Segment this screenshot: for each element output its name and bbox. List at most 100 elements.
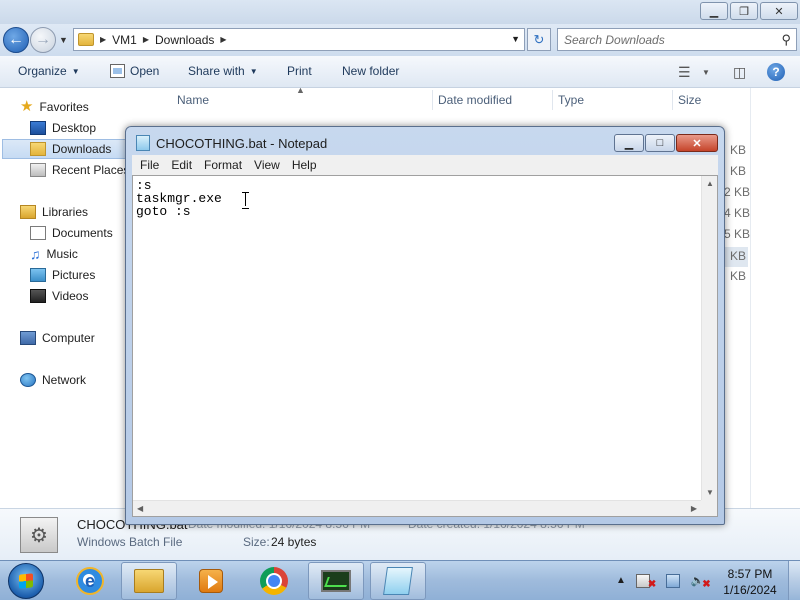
column-separator[interactable] — [552, 90, 553, 110]
size-cell: 5 KB — [724, 227, 751, 241]
network-status-icon[interactable] — [666, 573, 681, 588]
horizontal-scrollbar[interactable]: ◀ ▶ — [133, 500, 701, 516]
size-cell-selected[interactable]: KB — [722, 247, 748, 267]
share-with-button[interactable]: Share with ▼ — [188, 64, 258, 78]
preview-pane-icon[interactable]: ◫ — [733, 64, 746, 81]
refresh-icon: ↻ — [533, 31, 545, 47]
taskbar-notepad[interactable] — [370, 562, 426, 600]
menu-view[interactable]: View — [248, 158, 286, 172]
scroll-up-icon[interactable]: ▲ — [706, 179, 714, 188]
column-header-date-modified[interactable]: Date modified — [438, 90, 512, 110]
breadcrumb-downloads[interactable]: Downloads — [155, 33, 214, 47]
print-button[interactable]: Print — [287, 64, 312, 78]
search-icon[interactable]: ⚲ — [781, 32, 791, 48]
column-header-size[interactable]: Size — [678, 90, 701, 110]
back-arrow-icon: ← — [8, 31, 24, 48]
search-input[interactable] — [564, 32, 764, 47]
libraries-icon — [20, 205, 36, 219]
column-header-name[interactable]: Name — [177, 90, 209, 110]
taskbar-internet-explorer[interactable]: e — [62, 562, 118, 600]
view-dropdown-icon[interactable]: ▼ — [702, 68, 710, 77]
column-header-type[interactable]: Type — [558, 90, 584, 110]
size-cell: KB — [730, 269, 747, 283]
refresh-button[interactable]: ↻ — [527, 28, 551, 51]
breadcrumb-chevron-icon[interactable]: ▶ — [100, 35, 106, 44]
nav-network[interactable]: Network — [20, 370, 86, 390]
breadcrumb-chevron-icon[interactable]: ▶ — [220, 35, 226, 44]
address-bar[interactable]: ▶ VM1 ▶ Downloads ▶ ▼ — [73, 28, 525, 51]
music-icon: ♫ — [30, 246, 41, 262]
nav-pictures[interactable]: Pictures — [30, 265, 95, 285]
notepad-maximize-button[interactable]: □ — [645, 134, 675, 152]
pictures-icon — [30, 268, 46, 282]
scroll-down-icon[interactable]: ▼ — [706, 488, 714, 497]
notepad-close-button[interactable]: ✕ — [676, 134, 718, 152]
address-row: ← → ▼ ▶ VM1 ▶ Downloads ▶ ▼ ↻ ⚲ — [0, 24, 800, 56]
nav-videos[interactable]: Videos — [30, 286, 88, 306]
taskbar-task-manager[interactable] — [308, 562, 364, 600]
address-dropdown-icon[interactable]: ▼ — [511, 34, 520, 44]
scroll-right-icon[interactable]: ▶ — [691, 504, 697, 513]
open-icon — [110, 64, 125, 78]
column-separator[interactable] — [672, 90, 673, 110]
nav-pictures-label: Pictures — [52, 268, 96, 282]
nav-downloads-label: Downloads — [52, 142, 112, 156]
nav-documents[interactable]: Documents — [30, 223, 113, 243]
error-badge-icon: ✖ — [702, 579, 711, 590]
nav-libraries[interactable]: Libraries — [20, 202, 88, 222]
show-hidden-icons-icon[interactable]: ▲ — [616, 575, 626, 586]
nav-music[interactable]: ♫ Music — [30, 244, 78, 264]
folder-icon — [78, 33, 94, 46]
notepad-icon[interactable] — [136, 135, 150, 151]
explorer-minimize-button[interactable]: ▁ — [700, 2, 728, 20]
forward-button[interactable]: → — [30, 27, 56, 53]
close-icon: ✕ — [692, 137, 702, 150]
breadcrumb-vm1[interactable]: VM1 — [112, 33, 137, 47]
notepad-title: CHOCOTHING.bat - Notepad — [156, 136, 328, 151]
taskbar-media-player[interactable] — [183, 562, 239, 600]
organize-button[interactable]: Organize ▼ — [18, 64, 80, 78]
share-with-label: Share with — [188, 64, 245, 78]
scroll-left-icon[interactable]: ◀ — [137, 504, 143, 513]
scrollbar-corner — [701, 500, 717, 516]
explorer-close-button[interactable]: ✕ — [760, 2, 798, 20]
clock-date: 1/16/2024 — [723, 583, 777, 597]
windows-start-icon[interactable] — [8, 563, 44, 599]
nav-libraries-label: Libraries — [42, 205, 89, 219]
nav-computer[interactable]: Computer — [20, 328, 95, 348]
back-button[interactable]: ← — [3, 27, 29, 53]
taskbar-windows-explorer[interactable] — [121, 562, 177, 600]
vertical-scrollbar[interactable]: ▲ ▼ — [701, 176, 717, 500]
nav-computer-label: Computer — [42, 331, 95, 345]
taskbar-clock[interactable]: 8:57 PM 1/16/2024 — [722, 566, 778, 598]
menu-edit[interactable]: Edit — [165, 158, 198, 172]
menu-file[interactable]: File — [134, 158, 165, 172]
breadcrumb-chevron-icon[interactable]: ▶ — [143, 35, 149, 44]
open-label: Open — [130, 64, 160, 78]
explorer-maximize-button[interactable]: ❐ — [730, 2, 758, 20]
nav-desktop[interactable]: Desktop — [30, 118, 96, 138]
column-separator[interactable] — [432, 90, 433, 110]
new-folder-button[interactable]: New folder — [342, 64, 399, 78]
nav-recent-places[interactable]: Recent Places — [30, 160, 129, 180]
notepad-minimize-button[interactable]: ▁ — [614, 134, 644, 152]
nav-music-label: Music — [46, 247, 78, 261]
help-icon[interactable]: ? — [767, 63, 785, 81]
taskbar-chrome[interactable] — [246, 562, 302, 600]
show-desktop-button[interactable] — [788, 561, 800, 600]
open-button[interactable]: Open — [110, 64, 159, 78]
notepad-text-area[interactable]: :s taskmgr.exe goto :s ▲ ▼ ◀ ▶ — [132, 175, 718, 517]
notepad-window[interactable]: CHOCOTHING.bat - Notepad ▁ □ ✕ File Edit… — [125, 126, 725, 525]
details-file-type: Windows Batch File — [77, 535, 183, 549]
forward-arrow-icon: → — [35, 31, 51, 48]
text-cursor-icon — [242, 192, 249, 209]
nav-favorites[interactable]: ★ Favorites — [20, 97, 89, 117]
menu-format[interactable]: Format — [198, 158, 248, 172]
notepad-content[interactable]: :s taskmgr.exe goto :s — [136, 179, 222, 218]
size-cell: 2 KB — [724, 185, 751, 199]
explorer-titlebar: ▁ ❐ ✕ — [0, 0, 800, 24]
recent-pages-dropdown-icon[interactable]: ▼ — [59, 35, 68, 45]
chevron-down-icon: ▼ — [71, 66, 80, 76]
menu-help[interactable]: Help — [286, 158, 323, 172]
change-view-icon[interactable]: ☰ — [678, 64, 691, 81]
